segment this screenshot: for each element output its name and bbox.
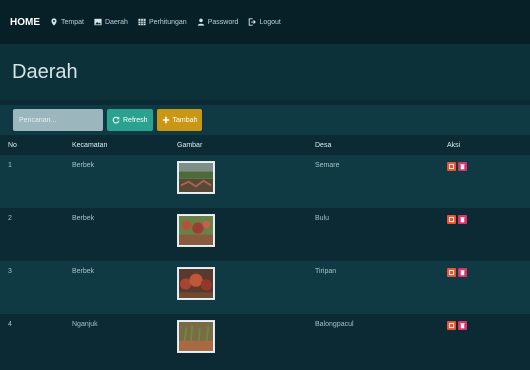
top-navbar: HOME Tempat Daerah Perhitungan Password … [0, 0, 530, 44]
image-icon [94, 18, 102, 26]
trash-icon [460, 164, 465, 170]
table-row: 2 Berbek Bulu [0, 208, 530, 261]
trash-icon [460, 270, 465, 276]
nav-item-label: Password [207, 18, 239, 26]
edit-button[interactable] [447, 162, 456, 171]
cell-gambar [177, 208, 315, 261]
delete-button[interactable] [458, 162, 467, 171]
cell-kecamatan: Berbek [72, 268, 95, 275]
edit-button[interactable] [447, 215, 456, 224]
nav-item-daerah[interactable]: Daerah [94, 18, 128, 26]
cell-aksi [447, 314, 530, 367]
cell-kecamatan: Berbek [72, 162, 95, 169]
map-marker-icon [50, 18, 58, 26]
cell-desa: Tiripan [315, 268, 337, 275]
add-button[interactable]: Tambah [156, 109, 203, 131]
onion-stalks-thumbnail[interactable] [177, 320, 215, 353]
cell-desa: Bulu [315, 215, 330, 222]
edit-button[interactable] [447, 268, 456, 277]
col-header-kecamatan: Kecamatan [72, 141, 108, 149]
col-header-desa: Desa [315, 141, 332, 149]
cell-aksi [447, 261, 530, 314]
user-icon [197, 18, 205, 26]
nav-item-tempat[interactable]: Tempat [50, 18, 84, 26]
trash-icon [460, 217, 465, 223]
onion-field-thumbnail[interactable] [177, 161, 215, 194]
trash-icon [460, 323, 465, 329]
nav-brand-home[interactable]: HOME [10, 17, 40, 28]
edit-icon [448, 322, 455, 329]
onion-pile-thumbnail[interactable] [177, 267, 215, 300]
daerah-table: No Kecamatan Gambar Desa Aksi 1 Berbek S… [0, 135, 530, 367]
cell-desa: Semare [315, 162, 340, 169]
cell-aksi [447, 208, 530, 261]
toolbar: Refresh Tambah [0, 105, 530, 135]
nav-item-password[interactable]: Password [197, 18, 239, 26]
cell-desa: Balongpacul [315, 321, 354, 328]
cell-kecamatan: Nganjuk [72, 321, 98, 328]
table-row: 1 Berbek Semare [0, 155, 530, 208]
delete-button[interactable] [458, 268, 467, 277]
search-input[interactable] [13, 109, 103, 131]
refresh-label: Refresh [123, 116, 148, 124]
page-title: Daerah [12, 60, 78, 83]
cell-gambar [177, 155, 315, 208]
page-header: Daerah [0, 44, 530, 100]
col-header-no: No [8, 141, 17, 149]
delete-button[interactable] [458, 215, 467, 224]
plus-icon [162, 116, 169, 124]
cell-aksi [447, 155, 530, 208]
table-icon [138, 18, 146, 26]
edit-icon [448, 269, 455, 276]
delete-button[interactable] [458, 321, 467, 330]
cell-gambar [177, 314, 315, 367]
cell-gambar [177, 261, 315, 314]
cell-no: 4 [8, 321, 12, 328]
nav-item-label: Daerah [104, 18, 128, 26]
table-row: 4 Nganjuk Balongpacul [0, 314, 530, 367]
refresh-button[interactable]: Refresh [107, 109, 153, 131]
col-header-aksi: Aksi [447, 141, 461, 149]
nav-item-logout[interactable]: Logout [248, 18, 281, 26]
onion-harvest-thumbnail[interactable] [177, 214, 215, 247]
nav-item-label: Perhitungan [148, 18, 187, 26]
add-label: Tambah [172, 116, 198, 124]
col-header-gambar: Gambar [177, 141, 203, 149]
cell-kecamatan: Berbek [72, 215, 95, 222]
edit-icon [448, 163, 455, 170]
nav-item-label: Logout [259, 18, 281, 26]
refresh-icon [112, 116, 120, 124]
cell-no: 3 [8, 268, 12, 275]
table-header-row: No Kecamatan Gambar Desa Aksi [0, 135, 530, 155]
logout-icon [248, 18, 257, 26]
edit-icon [448, 216, 455, 223]
edit-button[interactable] [447, 321, 456, 330]
nav-item-label: Tempat [61, 18, 84, 26]
table-row: 3 Berbek Tiripan [0, 261, 530, 314]
nav-item-perhitungan[interactable]: Perhitungan [138, 18, 187, 26]
cell-no: 2 [8, 215, 12, 222]
cell-no: 1 [8, 162, 12, 169]
